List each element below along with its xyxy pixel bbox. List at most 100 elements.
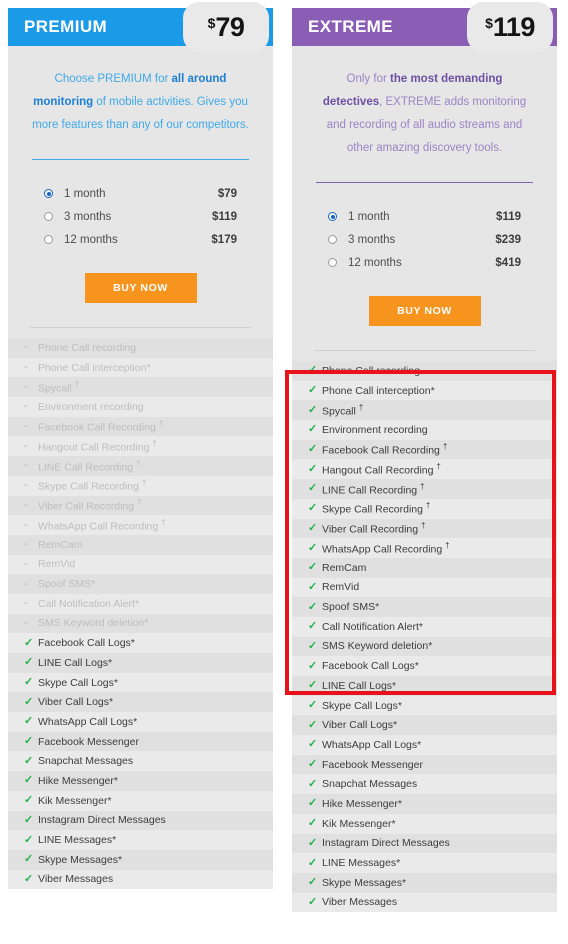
feature-row: ✓ LINE Call Logs* [8, 653, 273, 673]
pricing-card-extreme: EXTREME $119 Only for the most demanding d… [292, 2, 557, 913]
radio-1-month[interactable] [44, 189, 53, 198]
feature-row: ✓ Facebook Messenger [292, 754, 557, 775]
feature-row: ✓ Hike Messenger* [292, 794, 557, 814]
radio-12-months[interactable] [328, 258, 337, 267]
feature-row: - Phone Call interception* [8, 357, 273, 378]
feature-list-extreme: ✓ Phone Call recording ✓ Phone Call interce… [292, 361, 557, 913]
feature-label: Facebook Call Recording † [322, 442, 448, 457]
feature-label: Kik Messenger* [38, 794, 112, 807]
dash-icon: - [24, 479, 28, 492]
feature-row: - Call Notification Alert* [8, 593, 273, 614]
plan-duration-label: 3 months [348, 233, 396, 246]
check-icon: ✓ [308, 876, 318, 889]
feature-row: ✓ Facebook Call Recording † [292, 439, 557, 460]
plan-duration-label: 3 months [64, 210, 112, 223]
dash-icon: - [24, 420, 28, 433]
dash-icon: - [24, 400, 28, 413]
check-icon: ✓ [308, 797, 318, 810]
feature-label: LINE Messages* [38, 834, 117, 847]
feature-row: ✓ Skype Messages* [8, 849, 273, 870]
buy-now-button-premium[interactable]: BUY NOW [84, 273, 197, 303]
dash-icon: - [24, 518, 28, 531]
plan-option-row[interactable]: 12 months $419 [328, 251, 521, 274]
radio-3-months[interactable] [328, 235, 337, 244]
feature-row: ✓ LINE Call Recording † [292, 479, 557, 499]
feature-label: Skype Call Logs* [322, 699, 402, 712]
check-icon: ✓ [308, 580, 318, 593]
feature-label: WhatsApp Call Recording † [38, 517, 166, 533]
check-icon: ✓ [308, 620, 318, 633]
feature-row: - Facebook Call Recording † [8, 416, 273, 437]
dash-icon: - [24, 459, 28, 472]
price-badge-extreme: $119 [467, 2, 553, 52]
feature-label: Call Notification Alert* [322, 620, 423, 633]
plan-option-row[interactable]: 1 month $119 [328, 205, 521, 228]
check-icon: ✓ [308, 639, 318, 652]
feature-row: ✓ Phone Call recording [292, 361, 557, 381]
feature-label: Viber Call Recording † [322, 521, 426, 536]
check-icon: ✓ [308, 659, 318, 672]
plan-option-row[interactable]: 3 months $239 [328, 228, 521, 251]
feature-label: Skype Messages* [322, 876, 407, 889]
feature-label: Spycall † [38, 379, 80, 395]
feature-row: ✓ WhatsApp Call Logs* [8, 712, 273, 732]
feature-row: ✓ Instagram Direct Messages [8, 810, 273, 831]
radio-1-month[interactable] [328, 212, 337, 221]
feature-label: Phone Call recording [38, 341, 137, 354]
feature-label: RemCam [322, 561, 367, 574]
feature-label: SMS Keyword deletion* [322, 640, 433, 653]
check-icon: ✓ [24, 774, 34, 787]
feature-label: Spoof SMS* [322, 601, 380, 614]
feature-row: ✓ LINE Messages* [292, 853, 557, 873]
feature-row: ✓ WhatsApp Call Logs* [292, 735, 557, 755]
check-icon: ✓ [308, 817, 318, 830]
feature-row: - Phone Call recording [8, 338, 273, 358]
check-icon: ✓ [308, 482, 318, 495]
check-icon: ✓ [308, 384, 318, 397]
feature-label: Viber Call Logs* [322, 719, 398, 732]
check-icon: ✓ [308, 443, 318, 456]
price-badge-premium: $79 [183, 2, 269, 52]
feature-label: Facebook Call Logs* [38, 637, 135, 650]
radio-3-months[interactable] [44, 212, 53, 221]
radio-12-months[interactable] [44, 235, 53, 244]
plan-price-value: $79 [217, 187, 237, 200]
dash-icon: - [24, 616, 28, 629]
plan-option-row[interactable]: 3 months $119 [44, 205, 237, 228]
dash-icon: - [24, 577, 28, 590]
check-icon: ✓ [308, 718, 318, 731]
buy-button-wrap: BUY NOW [292, 274, 557, 350]
feature-label: Skype Messages* [38, 853, 123, 866]
plan-options-premium: 1 month $79 3 months $119 12 months $179 [8, 160, 273, 251]
plan-options-extreme: 1 month $119 3 months $239 12 months $419 [292, 183, 557, 274]
check-icon: ✓ [24, 754, 34, 767]
currency-symbol: $ [485, 15, 493, 31]
plan-option-row[interactable]: 12 months $179 [44, 228, 237, 251]
dash-icon: - [24, 341, 28, 354]
feature-row: ✓ RemVid [292, 577, 557, 598]
buy-now-button-extreme[interactable]: BUY NOW [368, 296, 481, 326]
check-icon: ✓ [24, 636, 34, 649]
feature-row: ✓ Facebook Call Logs* [8, 633, 273, 653]
dash-icon: - [24, 538, 28, 551]
feature-label: RemCam [38, 538, 83, 551]
feature-row: ✓ Kik Messenger* [8, 790, 273, 811]
check-icon: ✓ [24, 833, 34, 846]
feature-row: ✓ Viber Call Logs* [292, 715, 557, 736]
feature-label: Viber Call Recording † [38, 498, 142, 513]
feature-label: Viber Call Logs* [38, 696, 114, 709]
check-icon: ✓ [24, 813, 34, 826]
check-icon: ✓ [308, 561, 318, 574]
feature-row: ✓ Hangout Call Recording † [292, 459, 557, 480]
check-icon: ✓ [308, 895, 318, 908]
feature-row: ✓ SMS Keyword deletion* [292, 636, 557, 657]
check-icon: ✓ [308, 403, 318, 416]
feature-list-divider [314, 350, 535, 351]
feature-row: ✓ Phone Call interception* [292, 380, 557, 401]
plan-price-value: $119 [212, 210, 237, 223]
feature-row: ✓ LINE Call Logs* [292, 676, 557, 696]
feature-row: - RemCam [8, 534, 273, 555]
plan-option-row[interactable]: 1 month $79 [44, 182, 237, 205]
feature-row: - Spycall † [8, 377, 273, 398]
feature-label: Facebook Call Logs* [322, 660, 419, 673]
